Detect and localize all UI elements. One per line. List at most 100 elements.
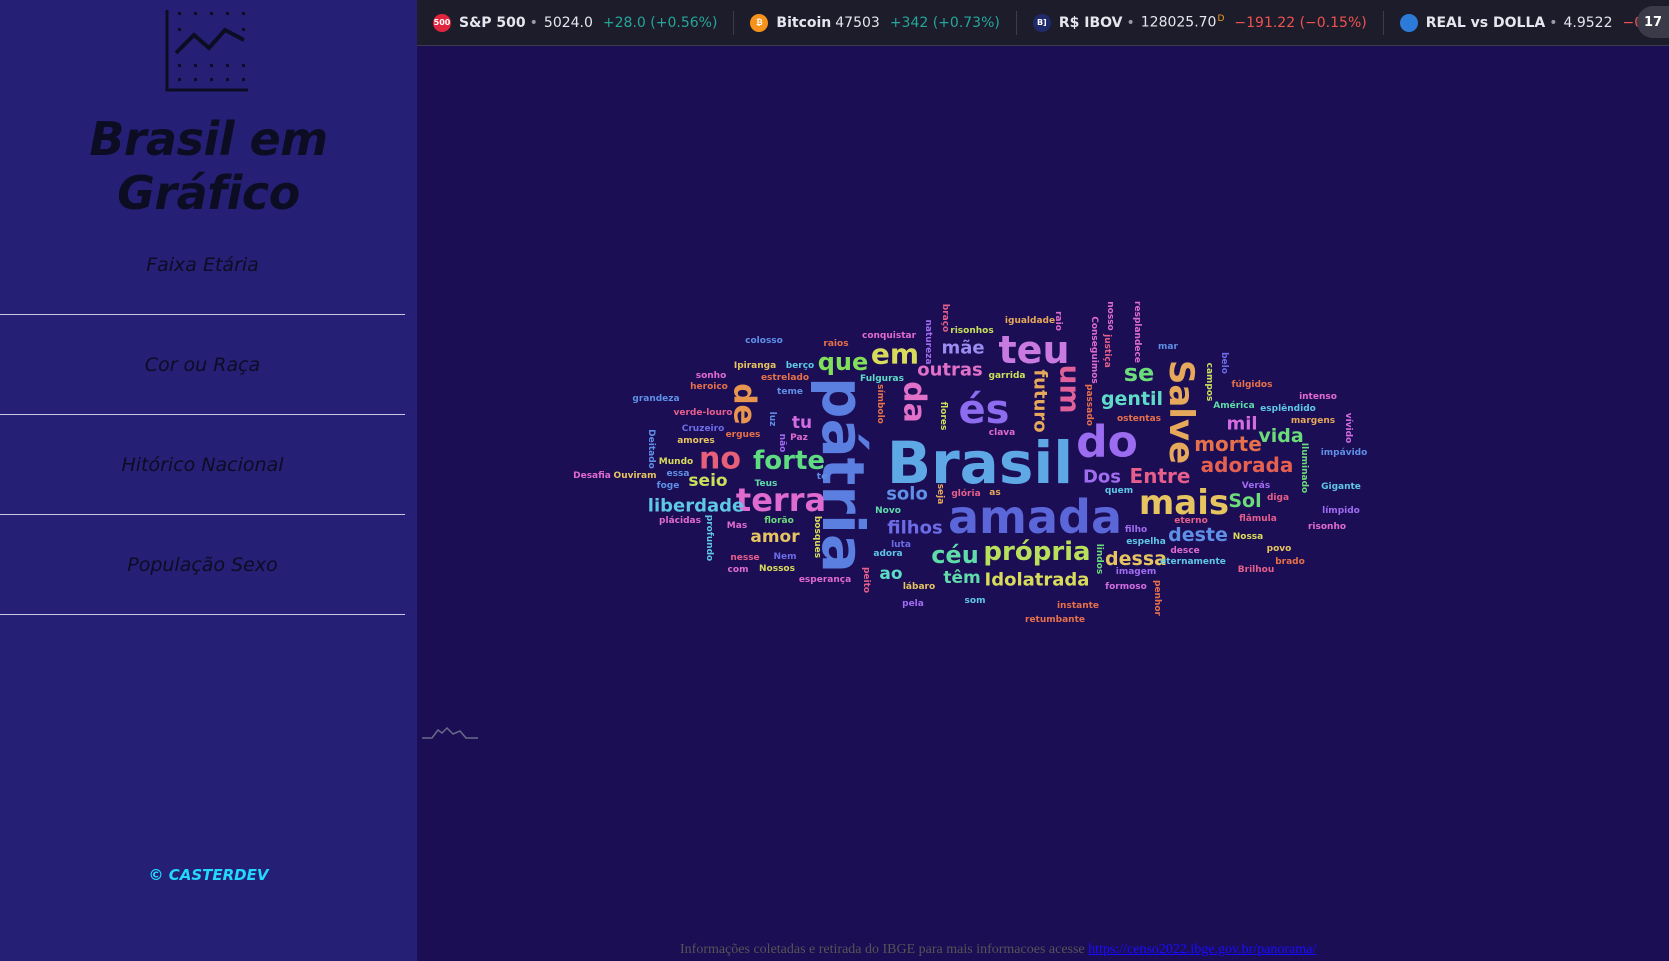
wordcloud-word: Fulguras [860,374,904,384]
wordcloud-word: pela [902,599,924,609]
ticker-dot: • [1126,14,1135,31]
wordcloud-word: esperança [799,575,851,585]
wordcloud-word: te [817,472,827,482]
ticker-item-real-dollar[interactable]: REAL vs DOLLA • 4.9522 −0.0401 ( [1384,11,1669,35]
wordcloud-word: és [959,387,1010,433]
wordcloud-word: de [727,383,762,425]
wordcloud-word: risonho [1308,522,1346,532]
wordcloud-word: as [989,488,1000,498]
nav-item-populacao-sexo[interactable]: População Sexo [0,515,405,615]
wordcloud-word: heroico [690,382,728,392]
ticker-name: S&P 500 [459,14,526,31]
wordcloud-word: Verás [1242,481,1270,491]
wordcloud-word: tu [792,413,812,433]
wordcloud-word: glória [951,488,980,499]
nav-item-cor-ou-raca[interactable]: Cor ou Raça [0,315,405,415]
wordcloud-word: Ouviram [614,471,657,481]
wordcloud-word: eterno [1174,516,1208,526]
wordcloud-word: nesse [730,553,759,563]
wordcloud-word: fúlgidos [1232,380,1273,390]
wordcloud-word: berço [786,361,815,371]
wordcloud-word: vívido [1343,413,1353,444]
wordcloud-word: impávido [1321,448,1368,458]
footer-source-note: Informações coletadas e retirada do IBGE… [680,942,1669,958]
wordcloud-word: clava [989,428,1015,438]
wordcloud-word: igualdade [1005,316,1055,326]
wordcloud-word: instante [1057,601,1099,611]
wordcloud-word: Mas [727,521,747,531]
bovespa-icon: B] [1032,13,1051,32]
wordcloud-word: mil [1226,414,1257,435]
wordcloud-word: bosques [812,516,822,558]
wordcloud-word: solo [886,484,928,505]
wordcloud-word: ostentas [1117,414,1161,424]
ibge-link[interactable]: https://censo2022.ibge.gov.br/panorama/ [1088,942,1316,957]
wordcloud-word: da [897,381,932,423]
wordcloud-word: raios [823,339,848,349]
wordcloud-word: foge [657,481,680,491]
wordcloud-word: eternamente [1160,557,1226,567]
wordcloud-word: formoso [1105,582,1147,592]
bitcoin-icon: ₿ [750,13,769,32]
wordcloud-word: espelha [1126,537,1166,547]
wordcloud-word: Ipiranga [734,361,776,371]
wordcloud-word: seja [935,484,945,505]
ticker-item-sp500[interactable]: 500 S&P 500 • 5024.0 +28.0 (+0.56%) [417,10,735,35]
wordcloud-word: mãe [941,338,984,359]
wordcloud-word: resplandece [1132,301,1142,363]
wordcloud-word: têm [943,568,980,588]
nav-item-faixa-etaria[interactable]: Faixa Etária [0,215,405,315]
wordcloud-word: nosso [1105,301,1115,331]
wordcloud-word: colosso [745,336,783,346]
tradingview-logo-icon[interactable]: 17 [1637,6,1669,38]
wordcloud-word: raio [1053,311,1063,331]
nav-item-historico-nacional[interactable]: Hitórico Nacional [0,415,405,515]
wordcloud-word: florão [764,516,794,526]
footer-text: Informações coletadas e retirada do IBGE… [680,942,1089,957]
wordcloud-word: Mundo [659,457,693,467]
wordcloud-word: Idolatrada [985,570,1090,591]
wordcloud-word: profundo [704,515,714,561]
wordcloud-word: que [818,348,869,376]
ticker-name: Bitcoin [776,14,832,31]
wordcloud-word: se [1124,359,1155,387]
wordcloud-word: América [1213,400,1254,411]
wordcloud-word: peito [861,567,871,593]
wordcloud-word: Teus [755,479,778,489]
wordcloud-word: terra [736,481,826,519]
ticker-price: 128025.70D [1141,14,1225,31]
wordcloud-word: Iluminado [1299,443,1309,493]
wordcloud-word: Conseguimos [1089,316,1099,384]
wordcloud-word: Desafia [573,471,611,481]
wordcloud-word: flâmula [1239,514,1277,524]
ticker-item-bitcoin[interactable]: ₿ Bitcoin 47503 +342 (+0.73%) [734,10,1017,35]
ticker-change: +28.0 (+0.56%) [602,14,718,31]
word-cloud: Brasilpátria amadadoésteumaisterraSalveno… [573,301,1368,625]
wordcloud-word: garrida [989,371,1026,381]
wordcloud-word: forte [753,446,825,476]
copyright: © CASTERDEV [148,866,269,884]
sidebar: Brasil em Gráfico Faixa Etária Cor ou Ra… [0,0,417,961]
wordcloud-word: conquistar [862,331,917,341]
wordcloud-word: verde-louro [674,408,733,418]
wordcloud-word: Gigante [1321,482,1361,492]
wordcloud-word: lindos [1094,544,1104,575]
line-chart-icon[interactable] [164,8,254,94]
wordcloud-word: Brilhou [1238,565,1274,575]
wordcloud-word: teme [777,387,803,397]
sidebar-nav: Faixa Etária Cor ou Raça Hitórico Nacion… [0,215,405,615]
wordcloud-word: estrelado [761,373,809,383]
wordcloud-word: campos [1204,363,1214,402]
wordcloud-word: amor [750,527,800,547]
ticker-item-ibov[interactable]: B] R$ IBOV • 128025.70D −191.22 (−0.15%) [1017,10,1384,35]
wordcloud-word: sonho [696,371,727,381]
wordcloud-word: em [871,338,919,371]
wordcloud-word: um [1054,364,1087,413]
delayed-flag: D [1217,14,1225,25]
ticker-change: −191.22 (−0.15%) [1234,14,1367,31]
ticker-name: R$ IBOV [1058,14,1123,31]
ticker-dot: • [1549,14,1558,31]
ticker-price: 4.9522 [1563,14,1613,31]
wordcloud-word: intenso [1299,392,1337,402]
wordcloud-word: quem [1105,486,1133,496]
